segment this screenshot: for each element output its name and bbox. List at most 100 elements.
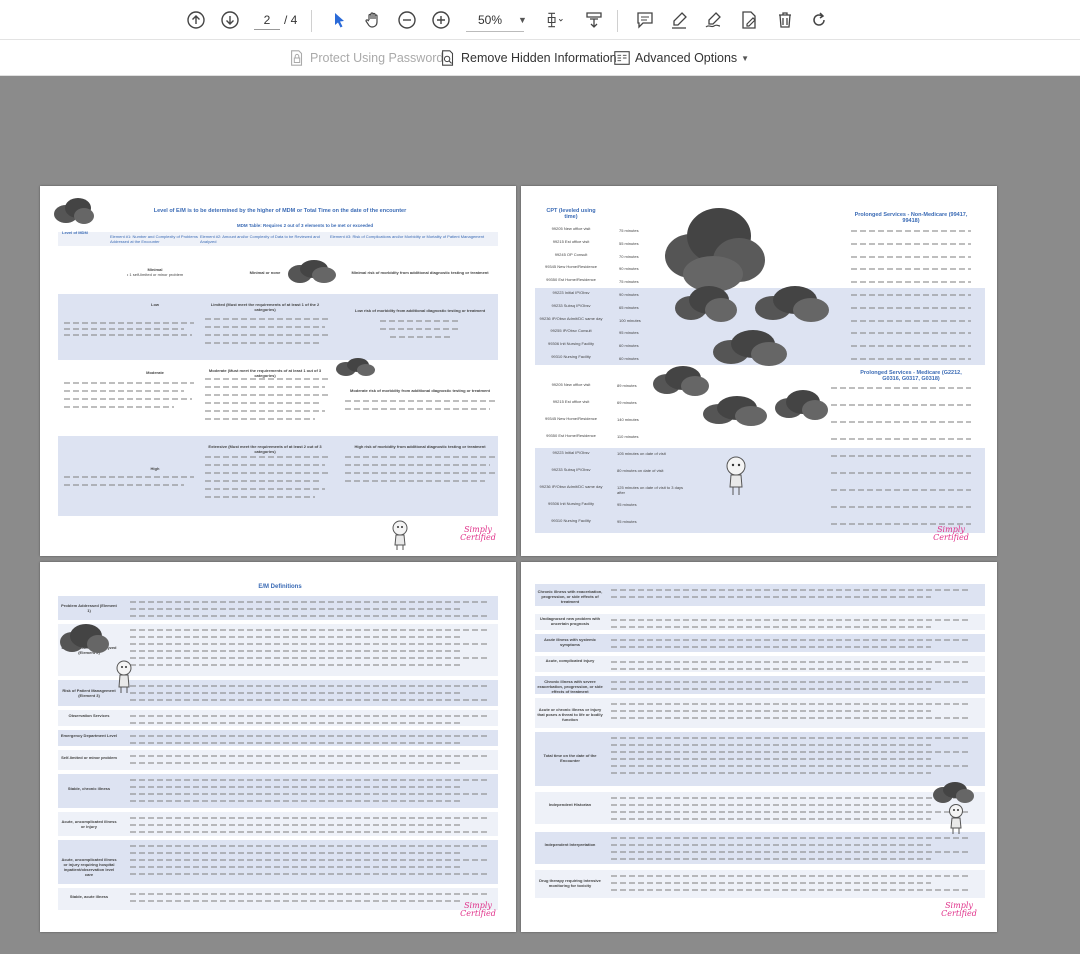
brand-logo: Simply Certified xyxy=(460,525,496,542)
text-lines xyxy=(851,230,971,232)
definition-term: Self-limited or minor problem xyxy=(61,755,117,760)
text-lines xyxy=(205,480,320,482)
remove-hidden-info-label: Remove Hidden Information xyxy=(461,51,617,65)
cpt-header: CPT (leveled using time) xyxy=(546,208,596,220)
moderate-risk: Moderate risk of morbidity from addition… xyxy=(349,388,490,393)
text-lines xyxy=(130,699,490,701)
text-lines xyxy=(130,755,490,757)
rotate-icon[interactable] xyxy=(807,8,831,32)
page1-title: Level of E/M is to be determined by the … xyxy=(153,208,407,214)
storm-cloud-icon xyxy=(675,286,737,322)
high-label: High xyxy=(150,466,160,471)
text-lines xyxy=(611,818,931,820)
text-lines xyxy=(380,320,460,322)
main-toolbar: / 4 50% ▼ xyxy=(0,0,1080,40)
cpt-code: 99310 Nursing Facility xyxy=(551,354,591,359)
storm-cloud-icon xyxy=(703,396,767,426)
col2-header: Element #2: Amount and/or Complexity of … xyxy=(200,234,320,244)
text-lines xyxy=(130,831,490,833)
text-lines xyxy=(851,345,971,348)
text-lines xyxy=(205,326,325,328)
definition-term: Observation Services xyxy=(68,713,110,718)
text-lines xyxy=(611,882,931,884)
zoom-out-icon[interactable] xyxy=(395,8,419,32)
text-lines xyxy=(345,472,495,474)
text-lines xyxy=(611,758,931,760)
pointer-icon[interactable] xyxy=(327,8,351,32)
text-lines xyxy=(831,489,971,491)
document-workspace[interactable]: Level of E/M is to be determined by the … xyxy=(0,76,1080,954)
text-lines xyxy=(345,456,495,458)
cpt-time: 80 minutes on date of visit xyxy=(617,468,664,473)
definition-term: Acute, uncomplicated illness or injury r… xyxy=(61,857,117,877)
protect-password-button[interactable]: Protect Using Password xyxy=(288,49,443,67)
cpt-time: 60 minutes xyxy=(619,356,639,361)
text-lines xyxy=(611,851,971,853)
page-total-label: / 4 xyxy=(284,13,298,27)
edit-icon[interactable] xyxy=(737,8,761,32)
page-view-icon[interactable] xyxy=(582,8,606,32)
cpt-time: 95 minutes xyxy=(617,519,637,524)
moderate-label: Moderate xyxy=(146,370,164,375)
hand-icon[interactable] xyxy=(361,8,385,32)
high-data: Extensive (Must meet the requirements of… xyxy=(208,444,322,454)
cartoon-character-icon xyxy=(392,520,408,550)
cpt-code: 99350 Est Home/Residence xyxy=(546,277,596,283)
minimal-desc: • 1 self-limited or minor problem xyxy=(126,272,184,277)
arrow-down-circle-icon[interactable] xyxy=(218,8,242,32)
arrow-up-circle-icon[interactable] xyxy=(184,8,208,32)
zoom-select[interactable]: 50% ▼ xyxy=(466,8,527,32)
text-lines xyxy=(205,410,325,412)
fit-page-icon[interactable] xyxy=(540,8,570,32)
zoom-in-icon[interactable] xyxy=(429,8,453,32)
text-lines xyxy=(851,306,971,309)
page-number-input[interactable] xyxy=(254,10,280,30)
text-lines xyxy=(130,715,490,717)
definition-term: Acute, complicated injury xyxy=(545,658,595,663)
signature-icon[interactable] xyxy=(702,8,726,32)
definition-row xyxy=(58,750,498,770)
text-lines xyxy=(205,402,320,404)
definition-term: Problem Addressed (Element 1) xyxy=(61,603,117,613)
text-lines xyxy=(64,382,194,384)
advanced-options-label: Advanced Options xyxy=(635,51,738,65)
settings-panel-icon xyxy=(614,51,630,65)
pdf-page-4: Chronic illness with exacerbation, progr… xyxy=(521,562,997,932)
cpt-time: 95 minutes xyxy=(619,330,639,336)
lock-document-icon xyxy=(291,50,303,66)
cpt-time: 105 minutes on date of visit xyxy=(617,451,666,456)
text-lines xyxy=(130,742,460,744)
text-lines xyxy=(851,255,971,258)
cpt-code: 99233 Subsq IP/Obsv xyxy=(551,302,591,308)
text-lines xyxy=(390,336,450,338)
text-lines xyxy=(851,268,971,271)
storm-cloud-icon xyxy=(713,330,787,366)
cpt-code: 99223 Initial IP/Obsv xyxy=(552,450,590,455)
text-lines xyxy=(64,406,174,408)
text-lines xyxy=(345,464,490,466)
text-lines xyxy=(130,793,490,795)
comment-icon[interactable] xyxy=(633,8,657,32)
cpt-code: 99233 Subsq IP/Obsv xyxy=(551,467,591,472)
moderate-data: Moderate (Must meet the requirements of … xyxy=(208,368,322,378)
text-lines xyxy=(130,866,460,868)
text-lines xyxy=(851,332,971,335)
delete-icon[interactable] xyxy=(773,8,797,32)
definition-term: Stable, acute illness xyxy=(69,894,109,899)
storm-cloud-icon xyxy=(755,286,829,322)
advanced-options-button[interactable]: Advanced Options ▼ xyxy=(613,49,749,67)
low-label: Low xyxy=(151,302,159,307)
text-lines xyxy=(831,387,971,389)
definition-term: Total time on the date of the Encounter xyxy=(543,753,597,763)
pdf-page-1: Level of E/M is to be determined by the … xyxy=(40,186,516,556)
text-lines xyxy=(611,717,971,719)
text-lines xyxy=(611,681,971,683)
definition-term: Acute or chronic illness or injury that … xyxy=(537,707,603,722)
text-lines xyxy=(205,488,325,490)
highlight-icon[interactable] xyxy=(667,8,691,32)
cpt-code: 99223 Initial IP/Obsv xyxy=(552,290,590,295)
text-lines xyxy=(205,456,330,458)
text-lines xyxy=(611,889,971,891)
remove-hidden-info-button[interactable]: Remove Hidden Information xyxy=(439,49,617,67)
text-lines xyxy=(130,685,490,687)
